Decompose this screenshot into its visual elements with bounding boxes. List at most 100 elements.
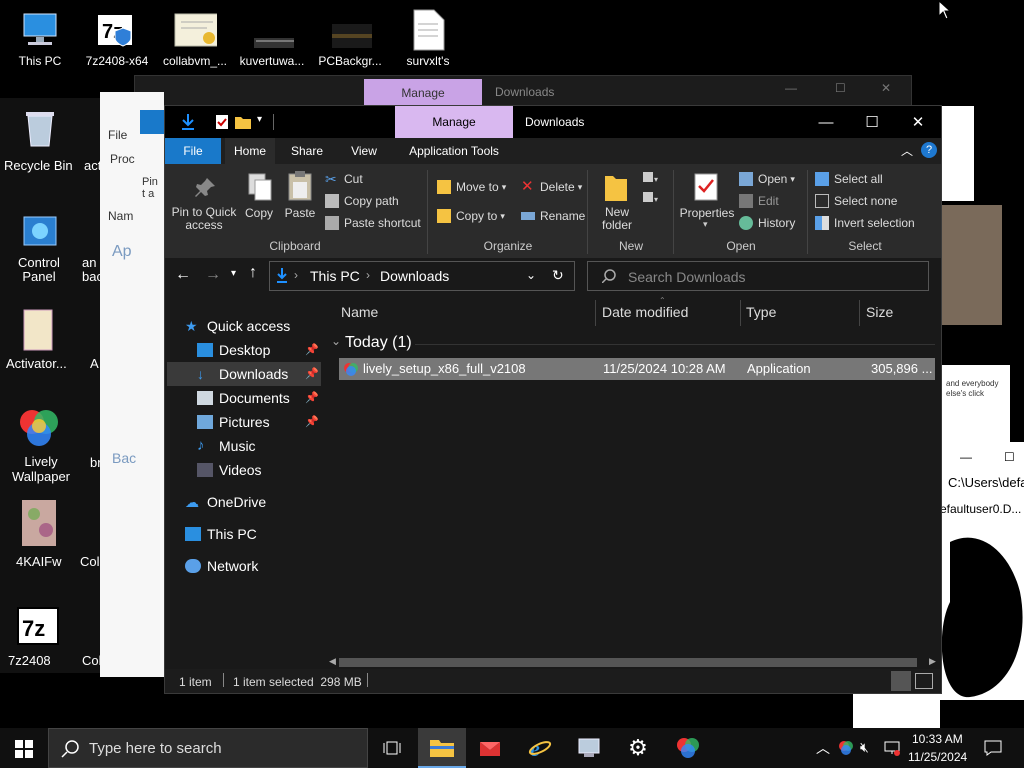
move-to-button[interactable]: Move to ▾ [437, 177, 506, 197]
rename-button[interactable]: Rename [521, 206, 585, 226]
nav-this-pc[interactable]: This PC [185, 523, 257, 545]
select-none-button[interactable]: Select none [815, 191, 897, 211]
group-collapse-icon[interactable]: ⌄ [331, 334, 341, 348]
lively-taskbar-icon[interactable] [664, 728, 712, 768]
horizontal-scrollbar[interactable] [339, 658, 917, 667]
close-button[interactable]: ✕ [895, 106, 941, 138]
back-window-manage-tab[interactable]: Manage [364, 79, 482, 106]
column-date-modified[interactable]: Date modified [602, 304, 688, 320]
lively-tray-icon[interactable] [838, 740, 854, 756]
task-view-icon[interactable] [368, 728, 416, 768]
nav-documents[interactable]: Documents [197, 387, 290, 409]
select-all-button[interactable]: Select all [815, 169, 883, 189]
network-tray-icon[interactable] [884, 740, 900, 756]
right-maximize-icon[interactable]: ☐ [1004, 450, 1015, 464]
breadcrumb-this-pc[interactable]: This PC [310, 268, 360, 284]
clock-time[interactable]: 10:33 AM [912, 732, 963, 746]
nav-network[interactable]: Network [185, 555, 258, 577]
control-panel-icon[interactable] [20, 213, 60, 253]
cut-button[interactable]: ✂ Cut [325, 169, 363, 189]
back-button[interactable]: ← [175, 266, 191, 284]
volume-muted-icon[interactable]: 🔇︎ [860, 739, 869, 756]
tab-view[interactable]: View [339, 138, 389, 164]
right-minimize-icon[interactable]: — [960, 450, 972, 464]
desktop-icon-collabvm[interactable]: collabvm_... [155, 10, 235, 68]
new-item-icon[interactable]: ▾▾ [641, 170, 663, 206]
nav-downloads[interactable]: ↓ Downloads [197, 363, 288, 385]
control-panel-taskbar-icon[interactable] [566, 728, 614, 768]
up-button[interactable]: ↑ [249, 264, 257, 282]
nav-quick-access[interactable]: ★ Quick access [185, 315, 290, 337]
desktop-icon-7z-installer[interactable]: 7z 7z2408-x64 [77, 10, 157, 68]
mail-app-icon[interactable] [466, 728, 514, 768]
desktop-icon-pcbackground[interactable]: PCBackgr... [310, 10, 390, 68]
lively-wallpaper-icon[interactable] [16, 404, 62, 450]
copy-to-button[interactable]: Copy to ▾ [437, 206, 505, 226]
table-row[interactable]: lively_setup_x86_full_v2108 11/25/2024 1… [339, 358, 935, 380]
properties-dropdown-icon[interactable]: ▾ [703, 219, 708, 230]
properties-quick-icon[interactable] [215, 114, 229, 130]
column-size[interactable]: Size [866, 304, 893, 320]
tab-home[interactable]: Home [225, 138, 275, 164]
quick-access-dropdown-icon[interactable]: ▾ [257, 114, 262, 125]
group-header[interactable]: Today (1) [345, 334, 412, 352]
back-close-icon[interactable]: ✕ [881, 81, 891, 95]
7zip-icon[interactable]: 7z [16, 606, 62, 646]
tab-share[interactable]: Share [281, 138, 333, 164]
recent-locations-button[interactable]: ▾ [231, 268, 236, 279]
paste-shortcut-button[interactable]: Paste shortcut [325, 213, 421, 233]
activator-icon[interactable] [22, 308, 56, 352]
new-folder-button[interactable]: New folder [597, 206, 637, 232]
details-view-button[interactable] [891, 671, 911, 691]
invert-selection-button[interactable]: Invert selection [815, 213, 915, 233]
desktop-icon-kuvertuwa[interactable]: kuvertuwa... [232, 10, 312, 68]
nav-onedrive[interactable]: ☁ OneDrive [185, 491, 266, 513]
paste-button[interactable]: Paste [281, 206, 319, 220]
clock-date[interactable]: 11/25/2024 [908, 750, 967, 764]
taskbar-search-box[interactable]: Type here to search [48, 728, 368, 768]
help-icon[interactable]: ? [921, 142, 937, 158]
scroll-left-button[interactable]: ◀ [329, 656, 336, 667]
file-explorer-window[interactable]: ▾ Manage Downloads — ☐ ✕ File Home Share… [164, 105, 942, 694]
minimize-button[interactable]: — [803, 106, 849, 138]
collapse-ribbon-icon[interactable]: ︿ [901, 142, 913, 159]
manage-tab[interactable]: Manage [395, 106, 513, 138]
right-explorer-window[interactable]: — ☐ C:\Users\defa efaultuser0.D... [940, 442, 1024, 700]
nav-pictures[interactable]: Pictures [197, 411, 270, 433]
file-explorer-taskbar-icon[interactable] [418, 728, 466, 768]
properties-button[interactable]: Properties [677, 206, 737, 220]
recycle-bin-icon[interactable] [20, 106, 60, 150]
back-maximize-icon[interactable]: ☐ [835, 81, 846, 95]
delete-button[interactable]: ✕ Delete ▾ [521, 177, 582, 197]
open-button[interactable]: Open ▾ [739, 169, 795, 189]
copy-path-button[interactable]: Copy path [325, 191, 399, 211]
maximize-button[interactable]: ☐ [849, 106, 895, 138]
scroll-right-button[interactable]: ▶ [929, 656, 936, 667]
address-dropdown-icon[interactable]: ⌄ [526, 268, 536, 282]
settings-gear-icon[interactable]: ⚙ [614, 728, 662, 768]
notifications-icon[interactable] [984, 740, 1002, 756]
pin-to-quick-access-button[interactable]: Pin to Quick access [169, 206, 239, 232]
windows-start-icon[interactable] [15, 740, 33, 758]
back-minimize-icon[interactable]: — [785, 81, 797, 95]
column-type[interactable]: Type [746, 304, 776, 320]
nav-desktop[interactable]: Desktop [197, 339, 270, 361]
column-name[interactable]: Name [341, 304, 378, 320]
refresh-icon[interactable]: ↻ [552, 267, 564, 284]
large-icons-view-button[interactable] [915, 673, 933, 689]
show-hidden-icons[interactable]: ︿ [816, 738, 830, 758]
tab-file[interactable]: File [165, 138, 221, 164]
folder-quick-icon[interactable] [235, 115, 251, 129]
history-button[interactable]: History [739, 213, 795, 233]
4kaifw-icon[interactable] [22, 500, 56, 546]
internet-explorer-icon[interactable]: e [516, 728, 564, 768]
desktop-icon-this-pc[interactable]: This PC [0, 10, 80, 68]
address-bar[interactable]: › This PC › Downloads ⌄ ↻ [269, 261, 575, 291]
nav-videos[interactable]: Videos [197, 459, 262, 481]
nav-music[interactable]: ♪ Music [197, 435, 256, 457]
forward-button[interactable]: → [205, 266, 221, 284]
edit-button[interactable]: Edit [739, 191, 779, 211]
tab-application-tools[interactable]: Application Tools [395, 138, 513, 164]
desktop-icon-survxlt[interactable]: survxlt's [388, 9, 468, 68]
breadcrumb-downloads[interactable]: Downloads [380, 268, 449, 284]
